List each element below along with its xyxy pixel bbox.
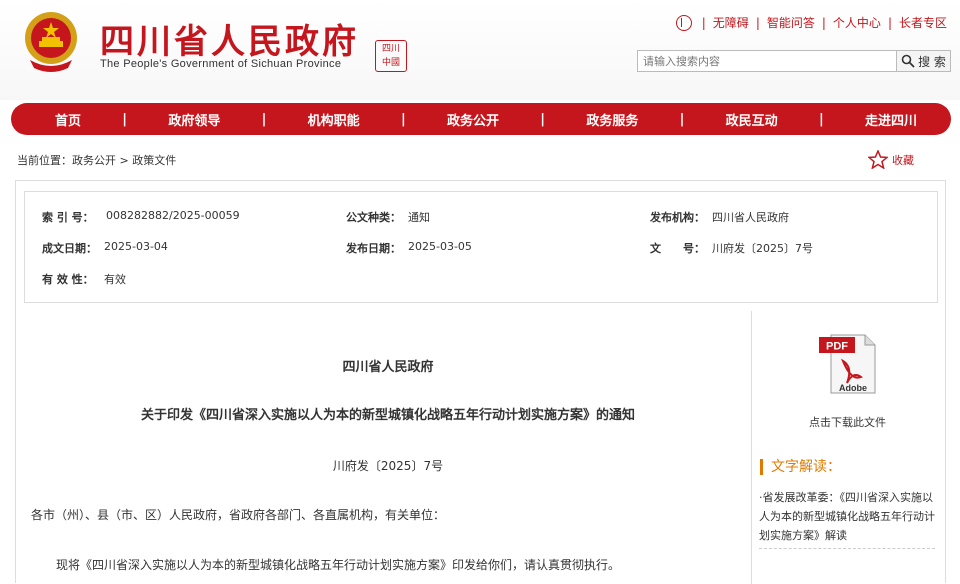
accessibility-icon[interactable]: [675, 14, 692, 31]
document-number: 川府发〔2025〕7号: [332, 459, 444, 473]
adobe-label: Adobe: [839, 383, 867, 393]
interpretation-heading: 文字解读：: [760, 459, 841, 475]
nav-leaders[interactable]: 政府领导: [168, 110, 220, 129]
top-links: | 无障碍 | 智能问答 | 个人中心 | 长者专区: [675, 14, 947, 31]
search-bar: 搜 索: [637, 50, 951, 72]
search-button-label: 搜 索: [918, 54, 946, 69]
pdf-label: PDF: [826, 341, 848, 353]
search-input[interactable]: [637, 50, 897, 72]
divider: [759, 548, 935, 549]
meta-value: 2025-03-04: [104, 240, 168, 253]
document-paragraph: 现将《四川省深入实施以人为本的新型城镇化战略五年行动计划实施方案》印发给你们，请…: [56, 558, 621, 572]
site-subtitle: The People's Government of Sichuan Provi…: [100, 58, 342, 70]
meta-label: 成文日期：: [42, 242, 97, 255]
content-panel: 索 引 号： 008282882/2025-00059 公文种类： 通知 发布机构：…: [15, 180, 947, 584]
meta-label: 公文种类：: [346, 211, 401, 224]
nav-interaction[interactable]: 政民互动: [726, 110, 778, 129]
meta-value: 川府发〔2025〕7号: [712, 242, 813, 255]
nav-open-gov[interactable]: 政务公开: [447, 110, 499, 129]
meta-value: 有效: [104, 273, 126, 286]
site-header: 四川省人民政府 The People's Government of Sichu…: [0, 0, 960, 100]
link-smart-qa[interactable]: 智能问答: [767, 14, 815, 31]
document-meta: 索 引 号： 008282882/2025-00059 公文种类： 通知 发布机构：…: [24, 191, 938, 303]
download-link[interactable]: 点击下载此文件: [755, 414, 940, 430]
breadcrumb-item[interactable]: 政务公开: [72, 154, 116, 167]
meta-value: 通知: [408, 211, 430, 224]
nav-about-sichuan[interactable]: 走进四川: [865, 110, 917, 129]
nav-services[interactable]: 政务服务: [586, 110, 638, 129]
interpretation-link[interactable]: ·省发展改革委：《四川省深入实施以人为本的新型城镇化战略五年行动计划实施方案》解…: [759, 488, 937, 545]
document-recipients: 各市（州）、县（市、区）人民政府，省政府各部门、各直属机构，有关单位：: [31, 508, 446, 522]
pdf-download-icon[interactable]: PDF Adobe: [817, 331, 879, 395]
meta-label: 发布日期：: [346, 242, 401, 255]
main-nav: 首页 | 政府领导 | 机构职能 | 政务公开 | 政务服务 | 政民互动 | 走进四川: [11, 103, 951, 135]
favorite-label: 收藏: [892, 153, 914, 167]
document-org: 四川省人民政府: [342, 360, 434, 375]
star-icon: [868, 150, 888, 169]
breadcrumb-sep: >: [119, 154, 129, 167]
breadcrumb: 当前位置：政务公开 > 政策文件: [17, 152, 176, 168]
sidebar: PDF Adobe 点击下载此文件 文字解读： ·省发展改革委：《四川省深入实施…: [755, 311, 947, 584]
meta-label: 文 号：: [650, 242, 705, 255]
meta-label: 有 效 性：: [42, 273, 94, 286]
link-personal-center[interactable]: 个人中心: [833, 14, 881, 31]
link-elder-zone[interactable]: 长者专区: [899, 14, 947, 31]
meta-value: 四川省人民政府: [712, 211, 789, 224]
meta-value: 2025-03-05: [408, 240, 472, 253]
search-button[interactable]: 搜 索: [897, 50, 951, 72]
document-body: 四川省人民政府 关于印发《四川省深入实施以人为本的新型城镇化战略五年行动计划实施…: [24, 311, 752, 584]
site-title: 四川省人民政府: [100, 22, 359, 62]
nav-functions[interactable]: 机构职能: [308, 110, 360, 129]
link-accessibility[interactable]: 无障碍: [713, 14, 749, 31]
breadcrumb-prefix: 当前位置：: [17, 154, 72, 167]
breadcrumb-item[interactable]: 政策文件: [132, 154, 176, 167]
seal-logo: 四川 中國: [375, 40, 407, 72]
meta-label: 索 引 号：: [42, 211, 94, 224]
meta-label: 发布机构：: [650, 211, 705, 224]
national-emblem-icon: [25, 12, 77, 72]
search-icon: [901, 54, 915, 68]
nav-home[interactable]: 首页: [55, 110, 81, 129]
meta-value: 008282882/2025-00059: [106, 209, 240, 222]
document-title: 关于印发《四川省深入实施以人为本的新型城镇化战略五年行动计划实施方案》的通知: [140, 408, 635, 423]
favorite-button[interactable]: 收藏: [868, 150, 914, 169]
